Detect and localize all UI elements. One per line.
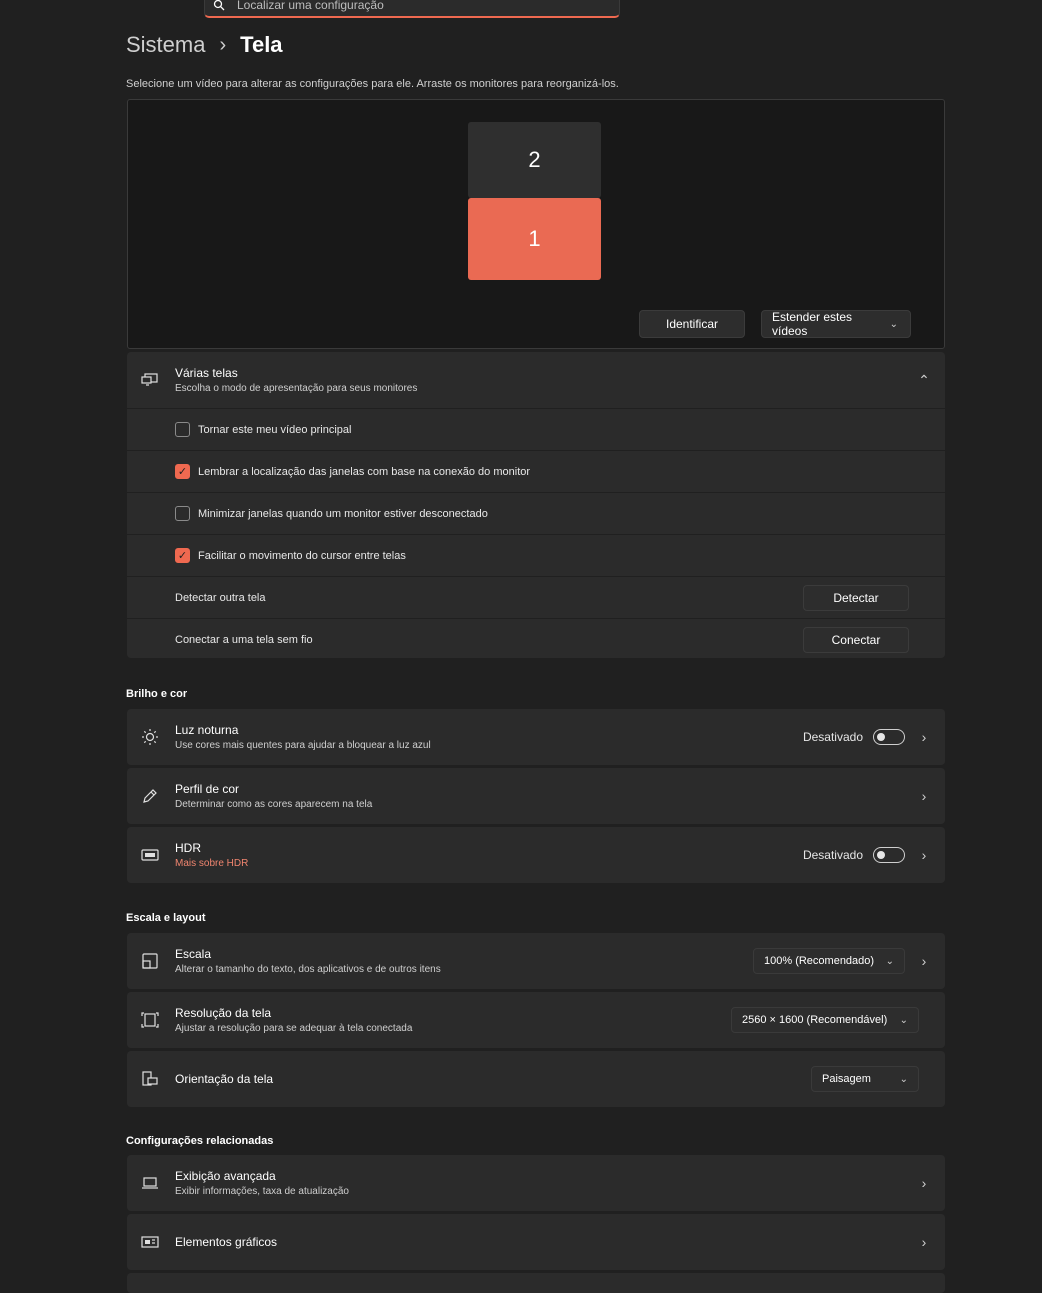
resolution-value: 2560 × 1600 (Recomendável) — [742, 1014, 888, 1026]
breadcrumb: Sistema › Tela — [126, 32, 283, 58]
graphics-title: Elementos gráficos — [175, 1235, 278, 1249]
option-minimize-windows[interactable]: Minimizar janelas quando um monitor esti… — [127, 493, 945, 535]
chevron-right-icon[interactable]: › — [917, 1234, 931, 1250]
option-label: Lembrar a localização das janelas com ba… — [198, 465, 531, 478]
detect-display-label: Detectar outra tela — [175, 591, 266, 604]
hdr-more-link[interactable]: Mais sobre HDR — [175, 858, 248, 869]
chevron-right-icon[interactable]: › — [917, 953, 931, 969]
chevron-right-icon[interactable]: › — [917, 847, 931, 863]
night-light-title: Luz noturna — [175, 723, 239, 737]
color-profile-subtitle: Determinar como as cores aparecem na tel… — [175, 799, 373, 810]
chevron-down-icon: ⌄ — [899, 1073, 908, 1085]
hdr-icon — [141, 846, 159, 864]
monitor-1[interactable]: 1 — [468, 198, 601, 280]
multiple-displays-title: Várias telas — [175, 366, 238, 380]
resolution-icon — [141, 1011, 159, 1029]
hdr-title: HDR — [175, 841, 201, 855]
color-profile-title: Perfil de cor — [175, 782, 240, 796]
graphics-icon — [141, 1233, 159, 1251]
multiple-displays-card: Várias telas Escolha o modo de apresenta… — [127, 352, 945, 658]
chevron-down-icon: ⌄ — [899, 1014, 908, 1026]
advanced-display-title: Exibição avançada — [175, 1169, 276, 1183]
detect-display-row: Detectar outra tela Detectar — [127, 577, 945, 619]
detect-button[interactable]: Detectar — [803, 584, 909, 611]
night-light-toggle[interactable] — [873, 729, 905, 745]
resolution-subtitle: Ajustar a resolução para se adequar à te… — [175, 1023, 413, 1034]
orientation-icon — [141, 1070, 159, 1088]
scale-icon — [141, 952, 159, 970]
night-light-state: Desativado — [802, 730, 863, 744]
connect-button[interactable]: Conectar — [803, 626, 909, 653]
multiple-displays-subtitle: Escolha o modo de apresentação para seus… — [175, 383, 418, 394]
resolution-title: Resolução da tela — [175, 1006, 272, 1020]
option-label: Facilitar o movimento do cursor entre te… — [198, 549, 406, 562]
search-icon — [213, 0, 225, 11]
connect-wireless-label: Conectar a uma tela sem fio — [175, 633, 313, 646]
section-brightness-color: Brilho e cor — [126, 688, 188, 700]
night-light-row[interactable]: Luz noturna Use cores mais quentes para … — [127, 709, 945, 765]
orientation-row: Orientação da tela Paisagem ⌄ — [127, 1051, 945, 1107]
multiple-displays-header[interactable]: Várias telas Escolha o modo de apresenta… — [127, 352, 945, 409]
chevron-up-icon[interactable]: ⌃ — [917, 372, 931, 389]
hdr-toggle[interactable] — [873, 847, 905, 863]
arrange-hint: Selecione um vídeo para alterar as confi… — [126, 78, 619, 90]
section-related-settings: Configurações relacionadas — [126, 1135, 274, 1147]
multiple-displays-icon — [141, 371, 159, 389]
hdr-state: Desativado — [802, 848, 863, 862]
orientation-title: Orientação da tela — [175, 1072, 274, 1086]
night-light-subtitle: Use cores mais quentes para ajudar a blo… — [175, 740, 431, 751]
section-scale-layout: Escala e layout — [126, 912, 206, 924]
option-main-display[interactable]: Tornar este meu vídeo principal — [127, 409, 945, 451]
chevron-down-icon: ⌄ — [889, 318, 898, 330]
option-remember-windows[interactable]: ✓ Lembrar a localização das janelas com … — [127, 451, 945, 493]
checkbox-minimize-windows[interactable] — [175, 506, 190, 521]
chevron-right-icon[interactable]: › — [917, 1175, 931, 1191]
option-label: Minimizar janelas quando um monitor esti… — [198, 507, 488, 520]
chevron-right-icon[interactable]: › — [917, 729, 931, 745]
scale-dropdown[interactable]: 100% (Recomendado) ⌄ — [753, 948, 905, 974]
hdr-row[interactable]: HDR Mais sobre HDR Desativado › — [127, 827, 945, 883]
checkbox-remember-windows[interactable]: ✓ — [175, 464, 190, 479]
monitor-2[interactable]: 2 — [468, 122, 601, 198]
chevron-right-icon: › — [219, 33, 227, 56]
advanced-display-subtitle: Exibir informações, taxa de atualização — [175, 1186, 349, 1197]
search-input[interactable] — [237, 0, 619, 12]
laptop-icon — [141, 1174, 159, 1192]
search-box[interactable] — [204, 0, 620, 18]
extend-displays-label: Estender estes vídeos — [772, 310, 853, 338]
scale-row[interactable]: Escala Alterar o tamanho do texto, dos a… — [127, 933, 945, 989]
chevron-right-icon[interactable]: › — [917, 788, 931, 804]
advanced-display-row[interactable]: Exibição avançada Exibir informações, ta… — [127, 1155, 945, 1211]
next-row-partial — [127, 1273, 945, 1293]
color-profile-row[interactable]: Perfil de cor Determinar como as cores a… — [127, 768, 945, 824]
graphics-row[interactable]: Elementos gráficos › — [127, 1214, 945, 1270]
scale-value: 100% (Recomendado) — [764, 955, 875, 967]
checkbox-ease-cursor[interactable]: ✓ — [175, 548, 190, 563]
orientation-value: Paisagem — [822, 1073, 871, 1085]
chevron-down-icon: ⌄ — [885, 955, 894, 967]
scale-title: Escala — [175, 947, 212, 961]
sun-icon — [141, 728, 159, 746]
monitor-arrangement: 2 1 Identificar Estender estes vídeos ⌄ — [127, 99, 945, 349]
orientation-dropdown[interactable]: Paisagem ⌄ — [811, 1066, 919, 1092]
checkbox-main-display[interactable] — [175, 422, 190, 437]
extend-displays-dropdown[interactable]: Estender estes vídeos ⌄ — [761, 310, 911, 338]
breadcrumb-system[interactable]: Sistema — [126, 32, 205, 58]
page-title: Tela — [240, 32, 283, 57]
option-ease-cursor[interactable]: ✓ Facilitar o movimento do cursor entre … — [127, 535, 945, 577]
resolution-dropdown[interactable]: 2560 × 1600 (Recomendável) ⌄ — [731, 1007, 919, 1033]
scale-subtitle: Alterar o tamanho do texto, dos aplicati… — [175, 964, 441, 975]
pen-icon — [141, 787, 159, 805]
option-label: Tornar este meu vídeo principal — [198, 423, 352, 436]
connect-wireless-row: Conectar a uma tela sem fio Conectar — [127, 619, 945, 660]
identify-button[interactable]: Identificar — [639, 310, 745, 338]
resolution-row: Resolução da tela Ajustar a resolução pa… — [127, 992, 945, 1048]
